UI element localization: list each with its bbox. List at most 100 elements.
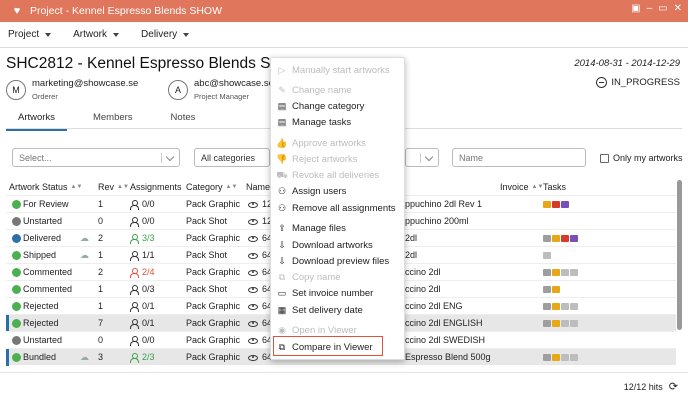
category-filter-dropdown[interactable] xyxy=(405,148,439,167)
eye-icon[interactable] xyxy=(248,235,258,242)
menu-item-download-artworks[interactable]: ⇩ Download artworks xyxy=(277,238,373,253)
cell-tasks xyxy=(543,318,579,328)
invoice-icon: ▭ xyxy=(277,288,287,298)
cell-rev: 0 xyxy=(98,216,104,226)
table-scrollbar[interactable] xyxy=(677,178,683,366)
app-menu-icon[interactable]: ▣ xyxy=(631,3,640,14)
orderer-email[interactable]: marketing@showcase.se xyxy=(32,78,138,89)
task-icon xyxy=(543,235,551,243)
cell-category: Pack Graphic xyxy=(186,335,241,345)
status-filter-select[interactable]: Select... xyxy=(12,148,180,167)
cell-category: Pack Graphic xyxy=(186,352,241,362)
task-icon xyxy=(543,320,551,328)
only-my-artworks-checkbox[interactable]: Only my artworks xyxy=(600,153,683,163)
menu-item-assign-users[interactable]: ⚇ Assign users xyxy=(277,184,346,199)
menu-item-download-preview-files[interactable]: ⇩ Download preview files xyxy=(277,254,389,269)
task-icon xyxy=(543,286,551,294)
menu-item-remove-all-assignments[interactable]: ⚇ Remove all assignments xyxy=(277,201,396,216)
col-header-invoice[interactable]: Invoice ▲▼ xyxy=(500,178,543,195)
task-icon xyxy=(552,320,560,328)
menu-item-label: Remove all assignments xyxy=(292,203,396,214)
col-header-status[interactable]: Artwork Status ▲▼ xyxy=(9,178,82,195)
menu-item-set-delivery-date[interactable]: ▦ Set delivery date xyxy=(277,303,363,318)
only-my-artworks-label: Only my artworks xyxy=(613,153,683,163)
manager-email[interactable]: abc@showcase.se xyxy=(194,78,274,89)
divider xyxy=(0,372,688,373)
task-icon xyxy=(570,235,578,243)
menu-delivery-label: Delivery xyxy=(141,29,178,40)
cloud-icon: ☁ xyxy=(80,233,89,243)
cell-tasks xyxy=(543,284,561,294)
eye-icon[interactable] xyxy=(248,320,258,327)
menu-item-label: Open in Viewer xyxy=(292,325,357,336)
menu-item-approve-artworks: 👍 Approve artworks xyxy=(276,136,366,151)
menu-item-manage-tasks[interactable]: ▤ Manage tasks xyxy=(277,115,351,130)
col-header-tasks[interactable]: Tasks xyxy=(543,178,566,195)
eye-icon: ◉ xyxy=(278,325,286,335)
menu-item-change-category[interactable]: ▤ Change category xyxy=(277,99,365,114)
task-icon xyxy=(561,354,569,362)
eye-icon[interactable] xyxy=(248,286,258,293)
assignment-count: 0/0 xyxy=(142,335,155,345)
tasks-icon: ▤ xyxy=(277,117,287,127)
menu-item-label: Assign users xyxy=(292,186,347,197)
cell-status: Commented xyxy=(23,267,73,277)
col-header-name[interactable]: Name xyxy=(246,178,270,195)
eye-icon[interactable] xyxy=(248,303,258,310)
col-header-assignments[interactable]: Assignments xyxy=(130,178,182,195)
menu-artwork-label: Artwork xyxy=(73,29,108,40)
status-text: IN_PROGRESS xyxy=(611,77,680,88)
refresh-icon[interactable]: ⟳ xyxy=(669,380,678,393)
close-button[interactable]: ✕ xyxy=(674,3,682,14)
eye-icon[interactable] xyxy=(248,201,258,208)
menu-item-set-invoice-number[interactable]: ▭ Set invoice number xyxy=(277,286,374,301)
minimize-button[interactable]: – xyxy=(647,3,653,14)
name-filter-input[interactable]: Name xyxy=(452,148,586,167)
cell-category: Pack Shot xyxy=(186,250,228,260)
col-header-label: Assignments xyxy=(130,181,182,192)
scrollbar-thumb[interactable] xyxy=(677,180,682,330)
eye-icon[interactable] xyxy=(248,337,258,344)
footer: 12/12 hits ⟳ xyxy=(624,380,678,393)
menu-project[interactable]: Project xyxy=(8,29,52,40)
pencil-icon: ✎ xyxy=(278,85,286,95)
eye-icon[interactable] xyxy=(248,269,258,276)
task-icon xyxy=(543,269,551,277)
menu-item-label: Download preview files xyxy=(292,256,390,267)
context-menu: ▷ Manually start artworks ✎ Change name ▤ Cha… xyxy=(270,57,405,360)
status-dot-icon xyxy=(12,200,21,209)
maximize-button[interactable]: ▭ xyxy=(658,3,667,14)
menu-artwork[interactable]: Artwork xyxy=(73,29,120,40)
cell-category: Pack Shot xyxy=(186,216,228,226)
status-dot-icon xyxy=(12,285,21,294)
cell-category: Pack Graphic xyxy=(186,318,241,328)
status-badge: IN_PROGRESS xyxy=(596,77,680,88)
eye-icon[interactable] xyxy=(248,252,258,259)
menu-item-reject-artworks: 👎 Reject artworks xyxy=(276,152,357,167)
cell-assignments: 2/4 xyxy=(130,267,155,278)
cell-name: Espresso Blend 500g xyxy=(405,352,491,362)
assignment-count: 0/0 xyxy=(142,216,155,226)
col-header-label: Rev xyxy=(98,181,115,192)
cell-assignments: 1/1 xyxy=(130,250,155,261)
sort-icon: ▲▼ xyxy=(531,183,544,190)
col-header-category[interactable]: Category ▲▼ xyxy=(186,178,237,195)
task-icon xyxy=(552,286,560,294)
task-icon xyxy=(570,303,578,311)
manager-info: A abc@showcase.se Project Manager xyxy=(168,78,274,101)
selection-bar xyxy=(6,315,9,332)
menu-item-revoke-all-deliveries: ⛟ Revoke all deliveries xyxy=(276,168,379,183)
col-header-rev[interactable]: Rev ▲▼ xyxy=(98,178,129,195)
cell-rev: 1 xyxy=(98,284,104,294)
menu-item-label: Manage tasks xyxy=(292,117,352,128)
cell-status: Delivered xyxy=(23,233,62,243)
assignment-count: 0/0 xyxy=(142,199,155,209)
chevron-down-icon xyxy=(45,32,52,37)
eye-icon[interactable] xyxy=(248,354,258,361)
person-icon xyxy=(130,335,139,346)
eye-icon[interactable] xyxy=(248,218,258,225)
menu-delivery[interactable]: Delivery xyxy=(141,29,190,40)
menu-item-manage-files[interactable]: ⇪ Manage files xyxy=(277,221,346,236)
cell-name: ccino 2dl SWEDISH xyxy=(405,335,486,345)
category-filter-select[interactable]: All categories xyxy=(194,148,270,167)
